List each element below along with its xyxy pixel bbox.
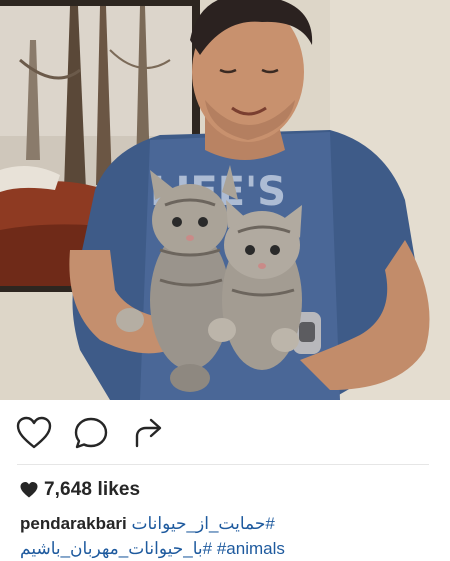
photo-illustration: LIFE'S R xyxy=(0,0,450,400)
share-arrow-icon xyxy=(135,418,162,448)
hashtag-link[interactable]: #animals xyxy=(217,539,285,558)
post-photo[interactable]: LIFE'S R xyxy=(0,0,450,400)
heart-outline-icon xyxy=(16,416,52,449)
comment-button[interactable] xyxy=(72,414,110,452)
like-button[interactable] xyxy=(15,414,53,452)
post-actions xyxy=(0,400,450,464)
actions-divider xyxy=(17,464,429,465)
hashtag-link[interactable]: #حمایت_از_حیوانات xyxy=(132,514,275,533)
post-caption: pendarakbari #حمایت_از_حیوانات #با_حیوان… xyxy=(20,511,435,561)
heart-filled-icon xyxy=(20,481,38,499)
likes-count: 7,648 likes xyxy=(44,479,141,500)
comment-bubble-icon xyxy=(74,417,108,449)
username-link[interactable]: pendarakbari xyxy=(20,514,127,533)
caption-line-1: pendarakbari #حمایت_از_حیوانات xyxy=(20,511,435,536)
hashtag-link[interactable]: #با_حیوانات_مهربان_باشیم xyxy=(20,539,212,558)
caption-line-2: #با_حیوانات_مهربان_باشیم #animals xyxy=(20,536,435,561)
share-button[interactable] xyxy=(131,414,169,452)
likes-row[interactable]: 7,648 likes xyxy=(20,478,140,502)
instagram-post: LIFE'S R xyxy=(0,0,450,561)
